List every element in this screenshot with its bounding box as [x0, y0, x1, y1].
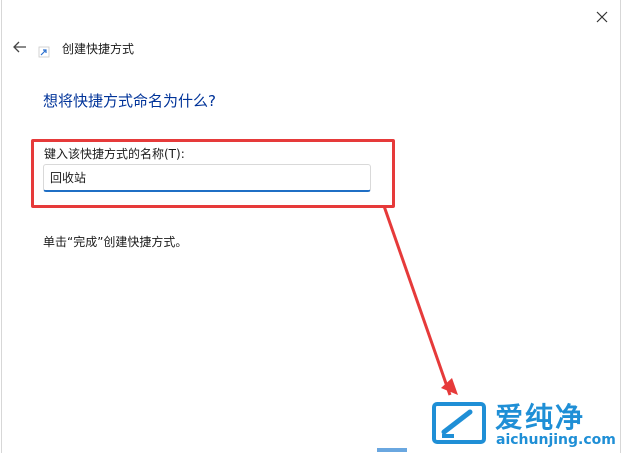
close-icon [596, 11, 608, 23]
shortcut-wizard-window: 创建快捷方式 想将快捷方式命名为什么? 键入该快捷方式的名称(T): 单击“完成… [1, 0, 621, 453]
close-button[interactable] [590, 6, 614, 28]
finish-instruction: 单击“完成”创建快捷方式。 [43, 235, 188, 249]
finish-button-edge[interactable] [377, 448, 407, 452]
shortcut-name-input[interactable] [43, 164, 371, 192]
watermark-brand: 爱纯净 [495, 401, 586, 434]
back-arrow-icon [13, 41, 26, 53]
back-button[interactable] [10, 38, 30, 56]
wizard-title: 创建快捷方式 [62, 42, 135, 56]
shortcut-name-label: 键入该快捷方式的名称(T): [44, 147, 185, 161]
shortcut-icon [38, 46, 50, 58]
logo-icon [432, 402, 486, 444]
page-heading: 想将快捷方式命名为什么? [43, 92, 216, 110]
watermark: 爱纯净 aichunjing.com [420, 394, 620, 454]
watermark-url: aichunjing.com [496, 432, 616, 448]
